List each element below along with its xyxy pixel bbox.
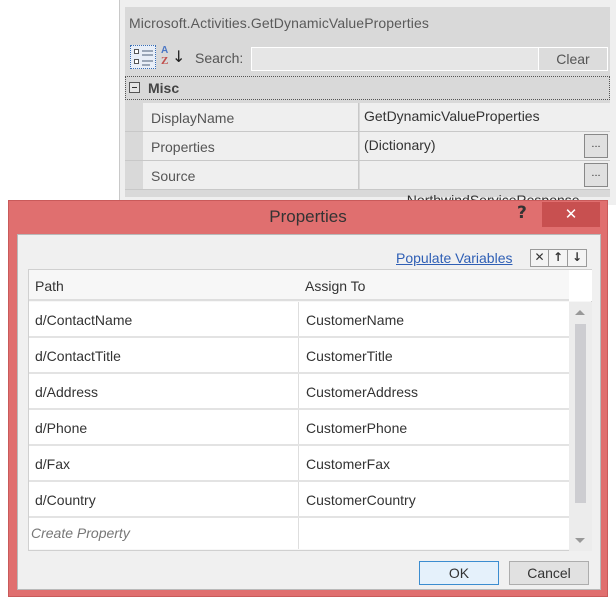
assign-to-cell[interactable]: CustomerName [300,302,569,336]
property-value[interactable]: NorthwindServiceResponse ... [360,161,610,208]
column-header-assign-to[interactable]: Assign To [305,278,365,294]
ellipsis-button[interactable]: ... [584,134,608,158]
arrow-down-icon: ↓ [571,250,583,264]
path-cell[interactable]: d/Address [29,374,299,408]
scroll-up-arrow-icon[interactable] [575,310,585,315]
close-icon: ✕ [564,205,578,223]
cancel-button[interactable]: Cancel [509,561,589,585]
path-cell[interactable]: d/ContactTitle [29,338,299,372]
category-label: Misc [148,80,180,96]
categorized-view-icon[interactable] [130,45,156,69]
vertical-scrollbar[interactable] [569,302,592,551]
grid-header-corner [569,270,592,301]
property-grid: Microsoft.Activities.GetDynamicValueProp… [125,7,610,208]
create-property-cell[interactable]: Create Property [29,518,299,549]
category-misc[interactable]: Misc [125,76,610,100]
property-row-source[interactable]: Source NorthwindServiceResponse ... [125,161,610,208]
assign-to-cell[interactable]: CustomerFax [300,446,569,480]
help-button[interactable]: ? [517,203,527,223]
path-cell[interactable]: d/Fax [29,446,299,480]
row-gutter [125,103,143,131]
path-cell[interactable]: d/Phone [29,410,299,444]
dialog-body: Populate Variables ✕ ↑ ↓ Path Assign To … [17,234,601,590]
properties-dialog: Properties ? ✕ Populate Variables ✕ ↑ ↓ … [8,200,608,597]
search-label: Search: [195,50,244,66]
column-header-path[interactable]: Path [35,278,64,294]
assign-to-cell[interactable]: CustomerPhone [300,410,569,444]
assign-to-cell[interactable]: CustomerTitle [300,338,569,372]
property-name: DisplayName [143,103,359,131]
search-input[interactable] [251,47,539,71]
properties-grid: Path Assign To d/ContactName CustomerNam… [28,269,592,551]
move-up-button[interactable]: ↑ [549,249,568,267]
table-row[interactable]: d/Phone CustomerPhone [29,410,569,446]
property-value-text: (Dictionary) [364,137,436,153]
ok-button[interactable]: OK [419,561,499,585]
row-gutter [125,132,143,160]
property-row-displayname[interactable]: DisplayName GetDynamicValueProperties [125,103,610,132]
scroll-down-arrow-icon[interactable] [575,538,585,543]
arrow-up-icon: ↑ [552,250,564,264]
grid-rows: d/ContactName CustomerName d/ContactTitl… [29,302,569,549]
sort-az-icon[interactable]: A Z ↓ [161,45,185,69]
assign-to-cell[interactable]: CustomerAddress [300,374,569,408]
populate-variables-link[interactable]: Populate Variables [396,250,512,266]
grid-header: Path Assign To [29,270,569,301]
move-down-button[interactable]: ↓ [568,249,587,267]
ellipsis-button[interactable]: ... [584,163,608,187]
delete-x-icon: ✕ [534,250,545,264]
close-button[interactable]: ✕ [542,202,600,227]
table-row[interactable]: d/Country CustomerCountry [29,482,569,518]
clear-button[interactable]: Clear [538,47,608,71]
property-grid-panel: Microsoft.Activities.GetDynamicValueProp… [119,0,616,208]
scroll-thumb[interactable] [575,324,586,503]
activity-type-name: Microsoft.Activities.GetDynamicValueProp… [129,15,429,31]
row-gutter [125,161,143,189]
table-row[interactable]: d/ContactName CustomerName [29,302,569,338]
property-row-properties[interactable]: Properties (Dictionary) ... [125,132,610,161]
table-row[interactable]: d/Address CustomerAddress [29,374,569,410]
table-row[interactable]: d/ContactTitle CustomerTitle [29,338,569,374]
table-row[interactable]: d/Fax CustomerFax [29,446,569,482]
path-cell[interactable]: d/ContactName [29,302,299,336]
property-name: Properties [143,132,359,160]
assign-to-cell[interactable]: CustomerCountry [300,482,569,516]
new-assign-to-cell[interactable] [300,518,569,549]
collapse-minus-icon[interactable] [129,82,140,93]
new-row[interactable]: Create Property [29,518,569,549]
property-grid-toolbar: A Z ↓ Search: Clear [125,43,610,73]
property-value[interactable]: GetDynamicValueProperties [360,103,610,131]
delete-button[interactable]: ✕ [530,249,549,267]
property-rows: DisplayName GetDynamicValueProperties Pr… [125,103,610,208]
grid-tool-buttons: ✕ ↑ ↓ [530,249,587,267]
property-value[interactable]: (Dictionary) ... [360,132,610,160]
property-name: Source [143,161,359,189]
path-cell[interactable]: d/Country [29,482,299,516]
